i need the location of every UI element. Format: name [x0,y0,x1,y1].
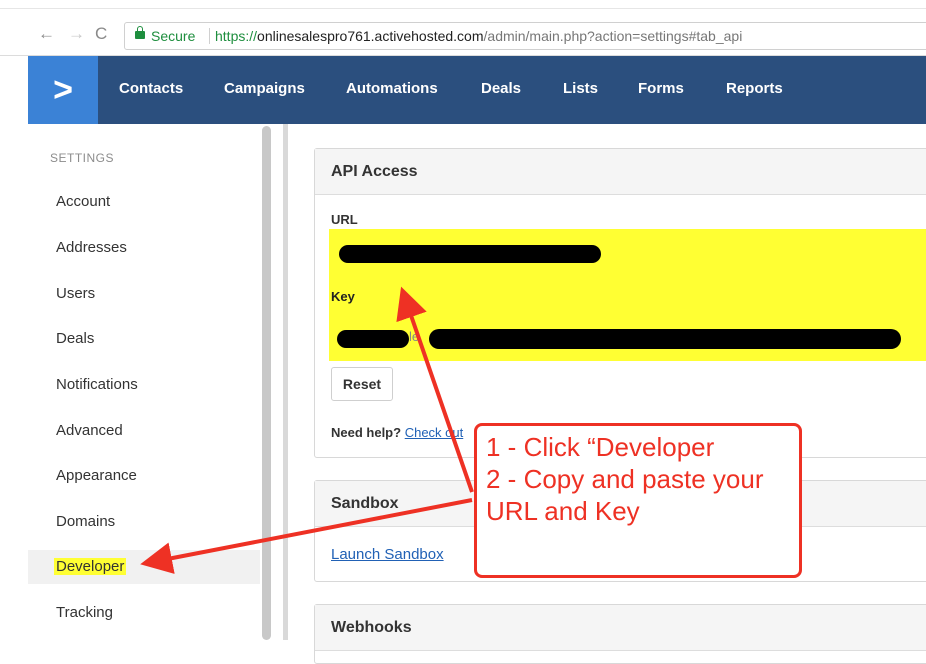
annotation-line-2: 2 - Copy and paste your [486,464,764,494]
annotation-line-1: 1 - Click “Developer [486,432,715,462]
annotation-callout: 1 - Click “Developer 2 - Copy and paste … [474,423,802,578]
arrow-to-url-key [396,286,474,493]
annotation-line-3: URL and Key [486,496,640,526]
arrow-to-developer [140,498,473,574]
